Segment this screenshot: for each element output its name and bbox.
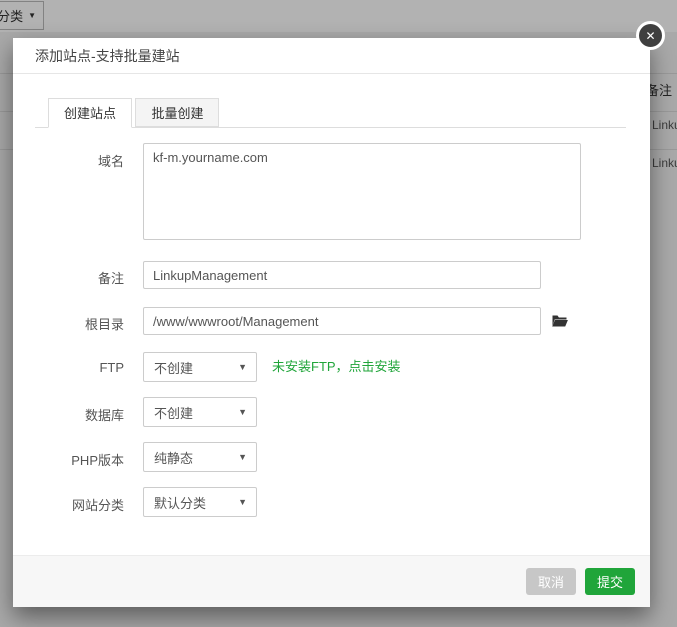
tab-create-site[interactable]: 创建站点 xyxy=(48,98,133,128)
caret-down-icon: ▼ xyxy=(238,452,247,462)
ftp-install-link[interactable]: 未安装FTP，点击安装 xyxy=(272,352,401,382)
site-category-select-value: 默认分类 xyxy=(154,495,207,511)
root-dir-label: 根目录 xyxy=(84,317,124,332)
modal-title: 添加站点-支持批量建站 xyxy=(35,47,180,64)
root-dir-input[interactable] xyxy=(143,307,541,335)
close-button[interactable]: ✕ xyxy=(636,21,665,50)
php-version-label: PHP版本 xyxy=(71,453,124,468)
folder-open-icon[interactable] xyxy=(551,313,569,329)
ftp-select[interactable]: 不创建 ▼ xyxy=(143,352,257,382)
close-icon: ✕ xyxy=(645,28,656,43)
tab-batch-create[interactable]: 批量创建 xyxy=(135,98,220,127)
submit-button[interactable]: 提交 xyxy=(584,568,635,595)
caret-down-icon: ▼ xyxy=(238,497,247,507)
domain-textarea[interactable]: kf-m.yourname.com xyxy=(143,143,581,240)
ftp-label: FTP xyxy=(99,360,124,375)
caret-down-icon: ▼ xyxy=(238,407,247,417)
database-select[interactable]: 不创建 ▼ xyxy=(143,397,257,427)
note-input[interactable] xyxy=(143,261,541,289)
cancel-button[interactable]: 取消 xyxy=(525,568,576,595)
note-label: 备注 xyxy=(97,271,124,286)
modal-footer: 取消 提交 xyxy=(13,555,650,607)
modal-header: 添加站点-支持批量建站 xyxy=(13,38,650,74)
php-version-select-value: 纯静态 xyxy=(154,450,194,466)
domain-label: 域名 xyxy=(97,154,124,169)
database-select-value: 不创建 xyxy=(154,405,194,421)
tab-bar: 创建站点 批量创建 xyxy=(35,98,626,128)
site-category-label: 网站分类 xyxy=(71,498,124,513)
screen: 分类 ▼ 备注 Linku Linku ✕ 添加站点-支持批量建站 创建站点 批… xyxy=(0,0,677,627)
php-version-select[interactable]: 纯静态 ▼ xyxy=(143,442,257,472)
caret-down-icon: ▼ xyxy=(238,362,247,372)
add-site-modal: ✕ 添加站点-支持批量建站 创建站点 批量创建 域名 kf-m.yourname… xyxy=(13,21,665,607)
database-label: 数据库 xyxy=(84,408,124,423)
site-category-select[interactable]: 默认分类 ▼ xyxy=(143,487,257,517)
ftp-select-value: 不创建 xyxy=(154,360,194,376)
